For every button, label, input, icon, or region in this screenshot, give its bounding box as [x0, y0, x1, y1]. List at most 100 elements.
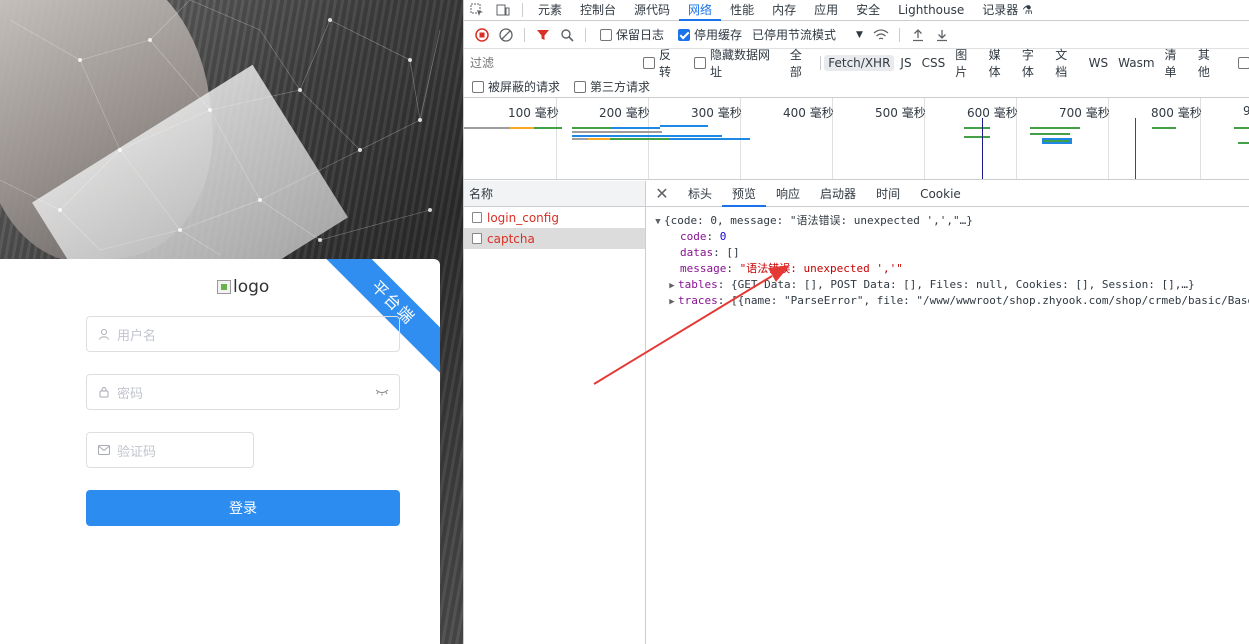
- preview-traces-line[interactable]: ▶ traces: [{name: "ParseError", file: "/w…: [646, 293, 1249, 309]
- tab-performance[interactable]: 性能: [721, 0, 763, 21]
- request-row-captcha[interactable]: captcha: [464, 228, 645, 249]
- tab-network[interactable]: 网络: [679, 0, 722, 21]
- toolbar-divider: [898, 27, 900, 42]
- blocked-requests-box[interactable]: [472, 80, 484, 93]
- filter-type-css[interactable]: CSS: [918, 55, 950, 71]
- preview-root-line[interactable]: ▼ {code: 0, message: "语法错误: unexpected ',…: [646, 213, 1249, 229]
- timeline-label: 800 毫秒: [1151, 106, 1202, 120]
- load-event-line: [1135, 118, 1136, 179]
- invert-box[interactable]: [643, 56, 656, 69]
- preserve-log-box[interactable]: [600, 28, 612, 41]
- more-filters-checkbox[interactable]: [1238, 56, 1249, 69]
- hide-data-urls-label: 隐藏数据网址: [710, 47, 771, 79]
- message-key: message: [680, 262, 727, 275]
- password-input[interactable]: 密码: [86, 374, 400, 410]
- blocked-requests-row: 被屏蔽的请求 第三方请求: [464, 76, 1249, 98]
- tab-initiator[interactable]: 启动器: [810, 181, 866, 207]
- filter-type-wasm[interactable]: Wasm: [1114, 55, 1158, 71]
- tab-security[interactable]: 安全: [847, 0, 889, 21]
- requests-name-header[interactable]: 名称: [464, 181, 646, 207]
- collapsed-triangle-icon[interactable]: ▶: [666, 294, 678, 310]
- eye-closed-icon[interactable]: [375, 386, 389, 401]
- captcha-input[interactable]: 验证码: [86, 432, 254, 468]
- download-icon[interactable]: [930, 23, 954, 47]
- tab-lighthouse[interactable]: Lighthouse: [889, 0, 973, 21]
- tab-headers[interactable]: 标头: [678, 181, 722, 207]
- hide-data-urls-checkbox[interactable]: 隐藏数据网址: [694, 46, 780, 80]
- clear-icon[interactable]: [494, 23, 518, 47]
- request-detail-tabs: ✕ 标头 预览 响应 启动器 时间 Cookie: [646, 181, 1249, 207]
- timeline-label: 600 毫秒: [967, 106, 1018, 120]
- tab-sources[interactable]: 源代码: [625, 0, 679, 21]
- throttle-select[interactable]: 已停用节流模式 ▼: [752, 26, 863, 43]
- record-stop-icon[interactable]: [470, 23, 494, 47]
- timeline-label: 100 毫秒: [508, 106, 559, 120]
- collapsed-triangle-icon[interactable]: ▶: [666, 278, 678, 294]
- filter-icon[interactable]: [531, 23, 555, 47]
- network-toolbar: 保留日志 停用缓存 已停用节流模式 ▼: [464, 21, 1249, 49]
- tab-memory[interactable]: 内存: [763, 0, 805, 21]
- broken-image-icon: [217, 280, 231, 294]
- login-card: 平台端 logo 用户名 密码 验证码 登录: [0, 259, 440, 644]
- preview-summary: {code: 0, message: "语法错误: unexpected ','…: [664, 214, 973, 227]
- device-toolbar-icon[interactable]: [490, 0, 516, 21]
- filter-type-fetch-xhr[interactable]: Fetch/XHR: [824, 54, 895, 71]
- tab-console[interactable]: 控制台: [571, 0, 625, 21]
- third-party-box[interactable]: [574, 80, 587, 93]
- password-placeholder: 密码: [117, 386, 144, 402]
- username-placeholder: 用户名: [117, 328, 157, 344]
- third-party-checkbox[interactable]: 第三方请求: [574, 78, 650, 95]
- flask-icon: ⚗: [1022, 2, 1033, 17]
- requests-list: login_config captcha: [464, 207, 646, 644]
- timeline-bar: [670, 138, 750, 140]
- search-icon[interactable]: [555, 23, 579, 47]
- blocked-requests-label: 被屏蔽的请求: [488, 80, 561, 94]
- preview-code-line: code: 0: [680, 230, 727, 243]
- response-preview: ▼ {code: 0, message: "语法错误: unexpected ',…: [646, 207, 1249, 644]
- timeline-label: 9: [1243, 104, 1249, 118]
- disable-cache-box[interactable]: [678, 28, 691, 41]
- filter-type-ws[interactable]: WS: [1085, 55, 1112, 71]
- inspect-element-icon[interactable]: [464, 0, 490, 21]
- timeline-bar: [588, 138, 610, 140]
- request-name: login_config: [487, 210, 559, 225]
- network-timeline-overview[interactable]: 100 毫秒 200 毫秒 300 毫秒 400 毫秒 500 毫秒 600 毫…: [464, 98, 1249, 180]
- preview-tables-line[interactable]: ▶ tables: {GET Data: [], POST Data: [], F…: [646, 277, 1249, 293]
- tables-key: tables: [678, 278, 718, 291]
- blocked-requests-checkbox[interactable]: 被屏蔽的请求: [472, 78, 560, 95]
- datas-key: datas: [680, 246, 714, 259]
- message-value: "语法错误: unexpected ','": [739, 262, 903, 275]
- close-icon[interactable]: ✕: [646, 181, 678, 207]
- timeline-label: 500 毫秒: [875, 106, 926, 120]
- preserve-log-checkbox[interactable]: 保留日志: [600, 26, 664, 43]
- tables-value: {GET Data: [], POST Data: [], Files: nul…: [731, 278, 1195, 291]
- timeline-bar: [964, 136, 990, 138]
- timeline-bar: [1042, 138, 1072, 144]
- invert-label: 反转: [659, 47, 672, 79]
- tab-response[interactable]: 响应: [766, 181, 810, 207]
- mail-icon: [97, 443, 111, 457]
- tab-cookies[interactable]: Cookie: [910, 181, 971, 207]
- disable-cache-checkbox[interactable]: 停用缓存: [678, 26, 742, 43]
- filter-type-js[interactable]: JS: [896, 55, 915, 71]
- third-party-label: 第三方请求: [590, 80, 651, 94]
- upload-icon[interactable]: [906, 23, 930, 47]
- chevron-down-icon: ▼: [856, 29, 863, 40]
- timeline-bar: [1152, 127, 1176, 129]
- username-input[interactable]: 用户名: [86, 316, 400, 352]
- timeline-bar: [964, 127, 990, 129]
- tab-timing[interactable]: 时间: [866, 181, 910, 207]
- login-button[interactable]: 登录: [86, 490, 400, 526]
- network-conditions-icon[interactable]: [869, 23, 893, 47]
- tab-preview[interactable]: 预览: [722, 181, 767, 207]
- hide-data-urls-box[interactable]: [694, 56, 706, 69]
- toolbar-divider: [585, 27, 586, 42]
- invert-checkbox[interactable]: 反转: [643, 46, 682, 80]
- tab-recorder[interactable]: 记录器 ⚗: [973, 0, 1042, 21]
- request-row-login-config[interactable]: login_config: [464, 207, 645, 228]
- tab-elements[interactable]: 元素: [529, 0, 571, 21]
- timeline-bar: [572, 135, 722, 137]
- filter-input[interactable]: [470, 52, 636, 73]
- expanded-triangle-icon[interactable]: ▼: [652, 214, 664, 230]
- tab-application[interactable]: 应用: [805, 0, 847, 21]
